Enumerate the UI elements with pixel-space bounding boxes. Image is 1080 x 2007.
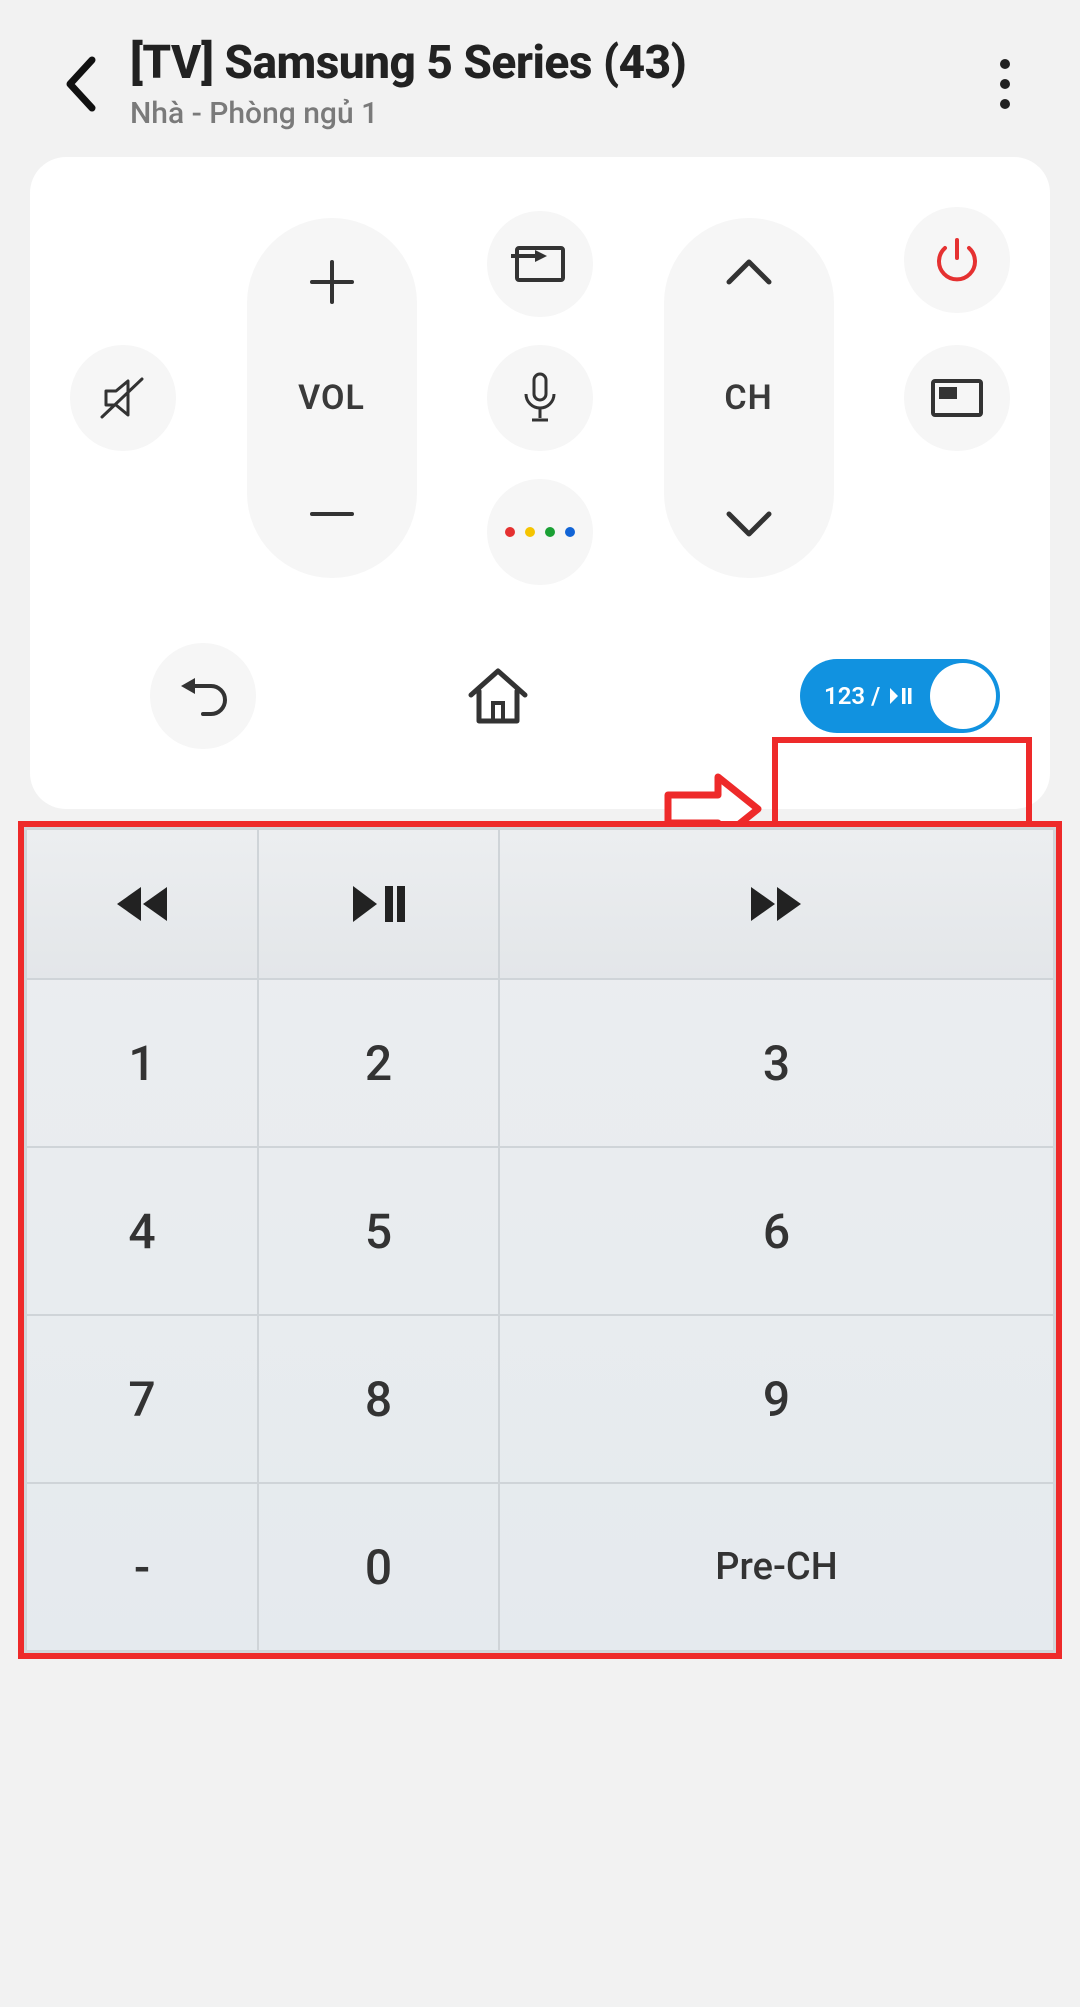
- key-8[interactable]: 8: [258, 1315, 499, 1483]
- key-2[interactable]: 2: [258, 979, 499, 1147]
- key-5[interactable]: 5: [258, 1147, 499, 1315]
- app-header: [TV] Samsung 5 Series (43) Nhà - Phòng n…: [0, 0, 1080, 157]
- rewind-button[interactable]: [26, 829, 258, 979]
- power-button[interactable]: [904, 207, 1010, 313]
- key-prech[interactable]: Pre-CH: [499, 1483, 1054, 1651]
- play-pause-icon: [890, 688, 912, 704]
- toggle-label-text: 123 /: [824, 682, 880, 710]
- remote-card: VOL: [30, 157, 1050, 809]
- device-location: Nhà - Phòng ngủ 1: [130, 96, 970, 131]
- key-4[interactable]: 4: [26, 1147, 258, 1315]
- plus-icon: [304, 254, 360, 310]
- channel-rocker: CH: [664, 218, 834, 578]
- caption-icon: [929, 377, 985, 419]
- back-button[interactable]: [40, 44, 120, 124]
- more-menu-button[interactable]: [970, 44, 1040, 124]
- mute-icon: [96, 371, 150, 425]
- chevron-left-icon: [62, 54, 98, 114]
- forward-icon: [751, 887, 801, 921]
- return-button[interactable]: [150, 643, 256, 749]
- keypad-grid: 1 2 3 4 5 6 7 8 9 - 0 Pre-CH: [24, 827, 1056, 1653]
- home-button[interactable]: [465, 665, 531, 727]
- key-dash[interactable]: -: [26, 1483, 258, 1651]
- input-button[interactable]: [487, 211, 593, 317]
- mute-button[interactable]: [70, 345, 176, 451]
- key-3[interactable]: 3: [499, 979, 1054, 1147]
- chevron-up-icon: [721, 254, 777, 290]
- forward-button[interactable]: [499, 829, 1054, 979]
- volume-label: VOL: [298, 378, 365, 418]
- home-icon: [465, 665, 531, 727]
- channel-label: CH: [724, 378, 772, 418]
- toggle-knob: [930, 663, 996, 729]
- power-icon: [931, 234, 983, 286]
- volume-up-button[interactable]: [304, 254, 360, 310]
- volume-rocker: VOL: [247, 218, 417, 578]
- key-6[interactable]: 6: [499, 1147, 1054, 1315]
- input-source-icon: [511, 242, 569, 286]
- return-icon: [175, 672, 231, 720]
- keypad-toggle[interactable]: 123 /: [800, 659, 1000, 733]
- device-title: [TV] Samsung 5 Series (43): [130, 36, 970, 90]
- volume-down-button[interactable]: [304, 486, 360, 542]
- minus-icon: [304, 486, 360, 542]
- rewind-icon: [117, 887, 167, 921]
- channel-down-button[interactable]: [721, 506, 777, 542]
- color-dots-icon: [505, 527, 575, 537]
- play-pause-button[interactable]: [258, 829, 499, 979]
- chevron-down-icon: [721, 506, 777, 542]
- play-pause-icon: [353, 886, 405, 922]
- caption-button[interactable]: [904, 345, 1010, 451]
- key-9[interactable]: 9: [499, 1315, 1054, 1483]
- more-vertical-icon: [999, 58, 1011, 110]
- microphone-icon: [520, 372, 560, 424]
- color-buttons[interactable]: [487, 479, 593, 585]
- key-1[interactable]: 1: [26, 979, 258, 1147]
- voice-button[interactable]: [487, 345, 593, 451]
- channel-up-button[interactable]: [721, 254, 777, 290]
- key-0[interactable]: 0: [258, 1483, 499, 1651]
- key-7[interactable]: 7: [26, 1315, 258, 1483]
